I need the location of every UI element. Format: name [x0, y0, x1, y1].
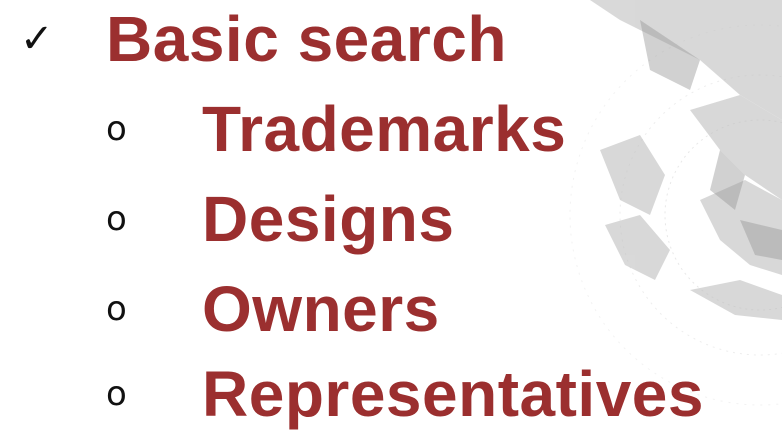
- sub-list-item: o Owners: [106, 270, 440, 348]
- sub-item-label: Representatives: [202, 358, 704, 430]
- hollow-circle-bullet-icon: o: [106, 109, 127, 149]
- hollow-circle-bullet-icon: o: [106, 289, 127, 329]
- sub-list-item: o Representatives: [106, 355, 704, 433]
- checkmark-icon: ✓: [20, 16, 54, 62]
- hollow-circle-bullet-icon: o: [106, 199, 127, 239]
- sub-item-label: Trademarks: [202, 93, 567, 165]
- list-item-basic-search: ✓ Basic search: [20, 0, 507, 80]
- sub-item-label: Designs: [202, 183, 455, 255]
- sub-item-label: Owners: [202, 273, 440, 345]
- list-title: Basic search: [106, 3, 507, 75]
- hollow-circle-bullet-icon: o: [106, 374, 127, 414]
- slide-content: ✓ Basic search o Trademarks o Designs o …: [0, 0, 782, 437]
- sub-list-item: o Designs: [106, 180, 454, 258]
- sub-list-item: o Trademarks: [106, 90, 566, 168]
